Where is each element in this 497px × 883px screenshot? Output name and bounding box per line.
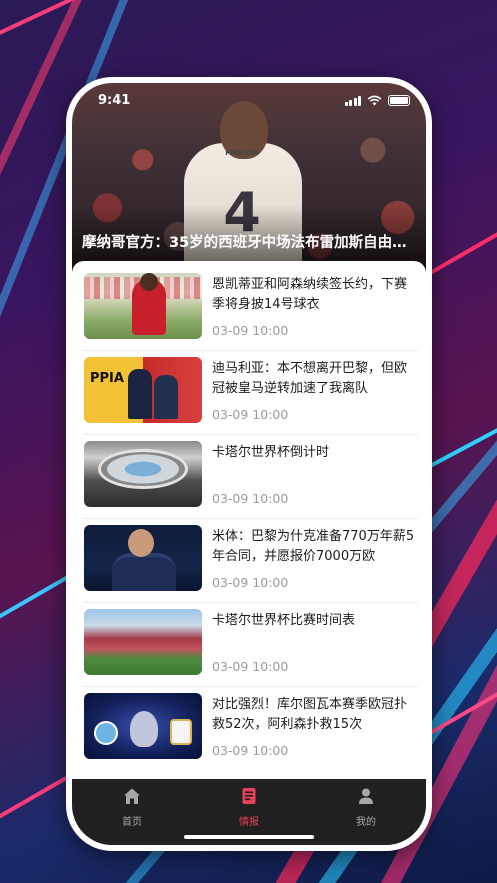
- champions-league-thumb: [84, 693, 202, 759]
- tab-intel[interactable]: 情报: [219, 787, 279, 828]
- document-icon: [242, 788, 256, 804]
- news-time: 03-09 10:00: [212, 743, 289, 758]
- wifi-icon: [367, 95, 382, 106]
- news-time: 03-09 10:00: [212, 491, 289, 506]
- user-icon: [359, 788, 373, 804]
- news-title: 卡塔尔世界杯倒计时: [212, 445, 330, 460]
- news-title: 对比强烈！库尔图瓦本赛季欧冠扑救52次，阿利森扑救15次: [212, 697, 408, 732]
- news-time: 03-09 10:00: [212, 323, 289, 338]
- stadium-pitch-thumb: [84, 609, 202, 675]
- status-time: 9:41: [98, 93, 131, 108]
- news-title: 米体：巴黎为什克准备770万年薪5年合同，并愿报价7000万欧: [212, 529, 415, 564]
- news-title: 迪马利亚：本不想离开巴黎，但欧冠被皇马逆转加速了我离队: [212, 361, 408, 396]
- news-list-item[interactable]: 恩凯蒂亚和阿森纳续签长约，下赛季将身披14号球衣 03-09 10:00: [84, 267, 418, 351]
- news-title: 卡塔尔世界杯比赛时间表: [212, 613, 356, 628]
- news-title: 恩凯蒂亚和阿森纳续签长约，下赛季将身披14号球衣: [212, 277, 408, 312]
- news-list-item[interactable]: 卡塔尔世界杯倒计时 03-09 10:00: [84, 435, 418, 519]
- news-time: 03-09 10:00: [212, 659, 289, 674]
- hero-title: 摩纳哥官方：35岁的西班牙中场法布雷加斯自由…: [82, 235, 407, 251]
- status-icons: [344, 95, 410, 106]
- decor-stripe: [0, 0, 163, 44]
- battery-icon: [388, 95, 410, 106]
- news-list-item[interactable]: 对比强烈！库尔图瓦本赛季欧冠扑救52次，阿利森扑救15次 03-09 10:00: [84, 687, 418, 771]
- phone-frame: FEDCOM 4 摩纳哥官方：35岁的西班牙中场法布雷加斯自由… 9:41: [66, 77, 432, 851]
- news-list-item[interactable]: 卡塔尔世界杯比赛时间表 03-09 10:00: [84, 603, 418, 687]
- tab-label: 首页: [122, 817, 142, 828]
- tab-profile[interactable]: 我的: [336, 787, 396, 828]
- news-list-item[interactable]: PPIA 迪马利亚：本不想离开巴黎，但欧冠被皇马逆转加速了我离队 03-09 1…: [84, 351, 418, 435]
- home-indicator[interactable]: [184, 835, 314, 839]
- tab-home[interactable]: 首页: [102, 787, 162, 828]
- news-feed[interactable]: 恩凯蒂亚和阿森纳续签长约，下赛季将身披14号球衣 03-09 10:00 PPI…: [72, 261, 426, 785]
- news-time: 03-09 10:00: [212, 575, 289, 590]
- news-list-item[interactable]: 米体：巴黎为什克准备770万年薪5年合同，并愿报价7000万欧 03-09 10…: [84, 519, 418, 603]
- jersey-sponsor: FEDCOM: [225, 149, 259, 157]
- status-bar: 9:41: [72, 83, 426, 119]
- tab-label: 情报: [239, 817, 259, 828]
- inter-player-thumb: [84, 525, 202, 591]
- decor-stripe: [0, 575, 69, 624]
- news-time: 03-09 10:00: [212, 407, 289, 422]
- tab-label: 我的: [356, 817, 376, 828]
- decor-stripe: [0, 775, 69, 824]
- cellular-signal-icon: [344, 95, 361, 106]
- arsenal-player-thumb: [84, 273, 202, 339]
- app-screen: FEDCOM 4 摩纳哥官方：35岁的西班牙中场法布雷加斯自由… 9:41: [72, 83, 426, 845]
- tab-bar: 首页 情报 我的: [72, 779, 426, 845]
- stadium-aerial-thumb: [84, 441, 202, 507]
- home-icon: [124, 788, 140, 804]
- thumb-paper-text: PPIA: [90, 371, 124, 386]
- psg-newspaper-thumb: PPIA: [84, 357, 202, 423]
